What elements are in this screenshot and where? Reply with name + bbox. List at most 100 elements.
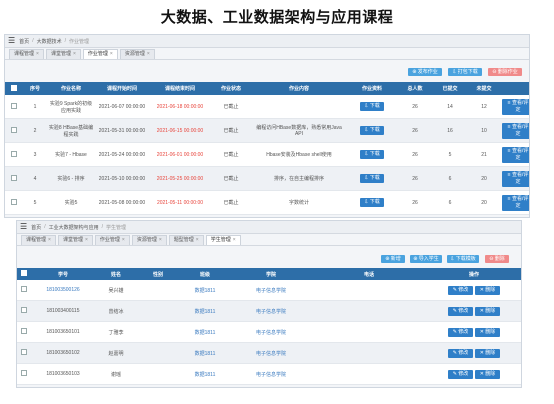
- cell-submitted: 5: [433, 142, 467, 167]
- download-button[interactable]: ⇩ 下载: [360, 102, 384, 111]
- cell-end: 2021-06-18 00:00:00: [149, 95, 211, 119]
- cell-name: 曾结冰: [95, 300, 137, 322]
- download-button[interactable]: ⇩ 下载: [360, 150, 384, 159]
- delete-button[interactable]: ✕ 删除: [474, 327, 501, 337]
- cell-class: 数据1811: [179, 300, 231, 322]
- breadcrumb-course[interactable]: 工业大数据架构与应用: [49, 224, 99, 231]
- cell-gender: [137, 342, 179, 364]
- publish-homework-button[interactable]: ⊕ 发布作业: [408, 68, 442, 76]
- tab-close-icon[interactable]: ×: [48, 237, 51, 243]
- download-button[interactable]: ⇩ 下载: [360, 174, 384, 183]
- col-phone: 电话: [311, 268, 427, 280]
- tab-course[interactable]: 课程管理 ×: [21, 235, 56, 245]
- breadcrumb-home[interactable]: 首页: [31, 224, 41, 231]
- row-checkbox[interactable]: [17, 280, 31, 301]
- tab-close-icon[interactable]: ×: [196, 237, 199, 243]
- cell-student-id[interactable]: 181003500126: [31, 280, 95, 301]
- review-button[interactable]: ≡ 查看/评定: [502, 146, 529, 163]
- edit-button[interactable]: ✎ 修改: [447, 306, 474, 316]
- tab-close-icon[interactable]: ×: [147, 51, 150, 57]
- delete-button[interactable]: ✕ 删除: [474, 369, 501, 379]
- col-actions: 操作: [427, 268, 521, 280]
- cell-submitted: 14: [433, 95, 467, 119]
- tab-course[interactable]: 课程管理 ×: [9, 49, 44, 59]
- cell-gender: [137, 321, 179, 343]
- tab-close-icon[interactable]: ×: [122, 237, 125, 243]
- tab-close-icon[interactable]: ×: [85, 237, 88, 243]
- edit-button[interactable]: ✎ 修改: [447, 327, 474, 337]
- cell-no: 3: [23, 142, 47, 167]
- delete-students-button[interactable]: ⊖ 删除: [485, 255, 509, 263]
- download-button[interactable]: ⇩ 下载: [360, 126, 384, 135]
- tab-close-icon[interactable]: ×: [73, 51, 76, 57]
- cell-end: 2021-05-11 00:00:00: [149, 190, 211, 215]
- cell-gender: [137, 363, 179, 385]
- edit-button[interactable]: ✎ 修改: [447, 348, 474, 358]
- breadcrumb-course[interactable]: 大数据技术: [37, 38, 62, 45]
- cell-student-id[interactable]: 181003400115: [31, 300, 95, 322]
- row-checkbox[interactable]: [17, 300, 31, 322]
- menu-icon[interactable]: ☰: [20, 223, 27, 231]
- review-button[interactable]: ≡ 查看/评定: [502, 98, 529, 115]
- tab-close-icon[interactable]: ×: [110, 51, 113, 57]
- review-button[interactable]: ≡ 查看/评定: [502, 122, 529, 139]
- select-all-checkbox[interactable]: [17, 268, 31, 280]
- row-checkbox[interactable]: [17, 342, 31, 364]
- col-class: 班级: [179, 268, 231, 280]
- row-checkbox[interactable]: [5, 118, 23, 143]
- menu-icon[interactable]: ☰: [8, 37, 15, 45]
- delete-button[interactable]: ✕ 删除: [474, 285, 501, 295]
- col-pending: 未提交: [467, 82, 501, 95]
- cell-student-id[interactable]: 181003650102: [31, 342, 95, 364]
- table-row: 3 实验7 - Hbase 2021-05-24 00:00:00 2021-0…: [5, 142, 529, 167]
- cell-name: 赵嘉明: [95, 342, 137, 364]
- row-checkbox[interactable]: [17, 363, 31, 385]
- cell-start: 2021-05-10 00:00:00: [95, 166, 149, 191]
- row-checkbox[interactable]: [5, 95, 23, 119]
- row-checkbox[interactable]: [5, 190, 23, 215]
- breadcrumb-home[interactable]: 首页: [19, 38, 29, 45]
- tab-student[interactable]: 学生管理 ×: [205, 235, 241, 245]
- row-checkbox[interactable]: [17, 321, 31, 343]
- cell-gender: [137, 280, 179, 301]
- cell-phone: [311, 280, 427, 301]
- table-row: 2 实验8 HBase基础编程实践 2021-05-31 00:00:00 20…: [5, 118, 529, 143]
- tab-question-type[interactable]: 题型管理 ×: [168, 235, 204, 245]
- cell-no: 1: [23, 95, 47, 119]
- tab-class[interactable]: 课堂管理 ×: [45, 49, 81, 59]
- add-student-button[interactable]: ⊕ 新增: [381, 255, 405, 263]
- tab-resource[interactable]: 资源管理 ×: [131, 235, 167, 245]
- row-checkbox[interactable]: [5, 142, 23, 167]
- download-template-button[interactable]: ⇩ 下载模板: [447, 255, 479, 263]
- tab-homework[interactable]: 作业管理 ×: [94, 235, 130, 245]
- review-button[interactable]: ≡ 查看/评定: [502, 170, 529, 187]
- select-all-checkbox[interactable]: [5, 82, 23, 95]
- tab-class[interactable]: 课堂管理 ×: [57, 235, 93, 245]
- cell-student-id[interactable]: 181003650101: [31, 321, 95, 343]
- delete-button[interactable]: ✕ 删除: [474, 306, 501, 316]
- review-button[interactable]: ≡ 查看/评定: [502, 194, 529, 211]
- cell-student-id[interactable]: 181003650103: [31, 363, 95, 385]
- cell-phone: [311, 321, 427, 343]
- edit-button[interactable]: ✎ 修改: [447, 285, 474, 295]
- table-row: 4 实验6 - 排序 2021-05-10 00:00:00 2021-05-2…: [5, 166, 529, 191]
- download-button[interactable]: ⇩ 下载: [360, 198, 384, 207]
- cell-class: 数据1811: [179, 321, 231, 343]
- tab-close-icon[interactable]: ×: [36, 51, 39, 57]
- cell-status: 已截止: [211, 166, 251, 191]
- breadcrumb-separator: /: [101, 224, 103, 230]
- tab-close-icon[interactable]: ×: [159, 237, 162, 243]
- delete-homework-button[interactable]: ⊖ 删除作业: [488, 68, 522, 76]
- package-download-button[interactable]: ⇩ 打包下载: [448, 68, 482, 76]
- edit-button[interactable]: ✎ 修改: [447, 369, 474, 379]
- tab-resource[interactable]: 资源管理 ×: [119, 49, 155, 59]
- tab-homework[interactable]: 作业管理 ×: [82, 49, 118, 59]
- cell-no: 2: [23, 118, 47, 143]
- delete-button[interactable]: ✕ 删除: [474, 348, 501, 358]
- import-students-button[interactable]: ⊕ 导入学生: [410, 255, 442, 263]
- cell-gender: [137, 300, 179, 322]
- col-materials: 作业资料: [347, 82, 397, 95]
- row-checkbox[interactable]: [5, 166, 23, 191]
- tab-close-icon[interactable]: ×: [233, 237, 236, 243]
- cell-content: 排序，在自主编程排序: [251, 166, 347, 191]
